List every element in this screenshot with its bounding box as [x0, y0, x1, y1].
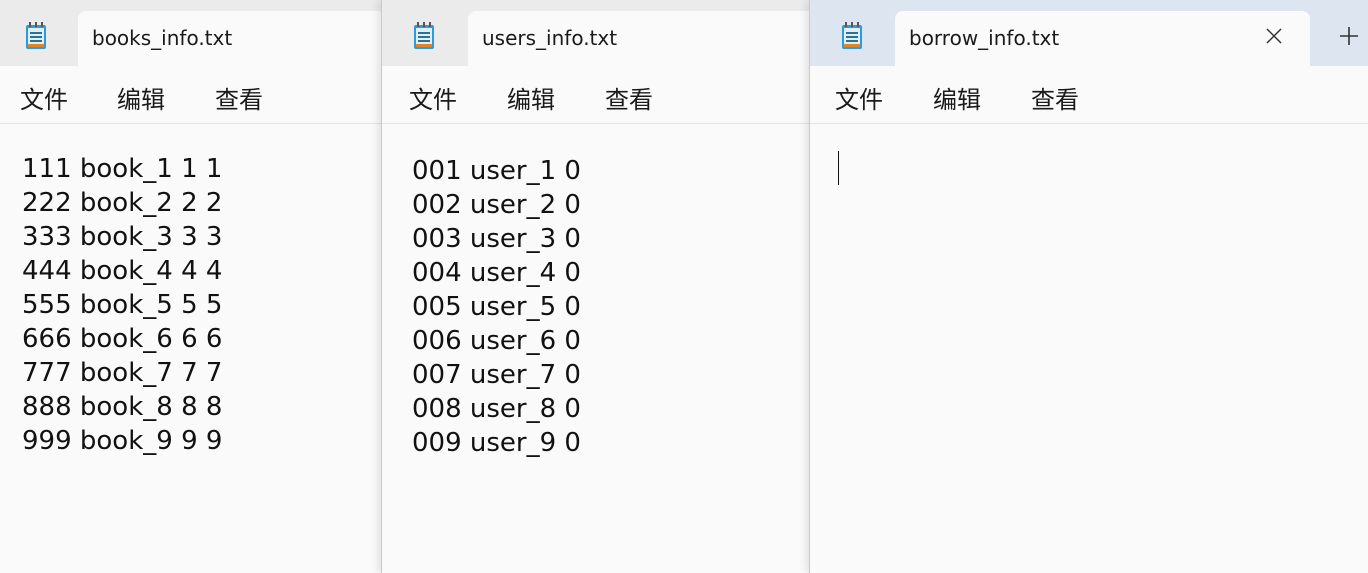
plus-icon[interactable] [1338, 25, 1360, 47]
text-line: 666 book_6 6 6 [22, 324, 223, 354]
notepad-window-borrow: borrow_info.txt 文件 编辑 查看 [809, 0, 1368, 573]
text-content: 001 user_1 0 002 user_2 0 003 user_3 0 004 … [412, 154, 581, 460]
tab-books-info[interactable]: books_info.txt [78, 11, 381, 66]
close-icon[interactable] [1264, 26, 1284, 46]
title-bar: borrow_info.txt [810, 0, 1368, 66]
text-editor[interactable]: 001 user_1 0 002 user_2 0 003 user_3 0 004 … [382, 124, 810, 573]
title-bar: books_info.txt [0, 0, 381, 66]
menu-bar: 文件 编辑 查看 [382, 66, 810, 124]
text-line: 006 user_6 0 [412, 326, 581, 356]
menu-file[interactable]: 文件 [835, 80, 883, 115]
tab-title: users_info.txt [482, 26, 618, 50]
menu-view[interactable]: 查看 [605, 80, 653, 115]
menu-edit[interactable]: 编辑 [117, 80, 165, 115]
notepad-icon [26, 22, 46, 49]
tab-borrow-info[interactable]: borrow_info.txt [895, 11, 1310, 66]
text-line: 777 book_7 7 7 [22, 358, 223, 388]
text-line: 333 book_3 3 3 [22, 222, 223, 252]
notepad-icon [414, 22, 434, 49]
text-line: 009 user_9 0 [412, 428, 581, 458]
text-line: 003 user_3 0 [412, 224, 581, 254]
menu-file[interactable]: 文件 [20, 80, 68, 115]
menu-bar: 文件 编辑 查看 [810, 66, 1368, 124]
tab-title: books_info.txt [92, 26, 233, 50]
text-line: 002 user_2 0 [412, 190, 581, 220]
text-line: 004 user_4 0 [412, 258, 581, 288]
text-line: 444 book_4 4 4 [22, 256, 223, 286]
text-content: 111 book_1 1 1 222 book_2 2 2 333 book_3 3… [22, 152, 222, 458]
menu-edit[interactable]: 编辑 [933, 80, 981, 115]
text-line: 111 book_1 1 1 [22, 154, 223, 184]
text-line: 008 user_8 0 [412, 394, 581, 424]
menu-file[interactable]: 文件 [409, 80, 457, 115]
menu-view[interactable]: 查看 [1031, 80, 1079, 115]
notepad-window-users: users_info.txt 文件 编辑 查看 001 user_1 0 002 … [381, 0, 810, 573]
text-line: 005 user_5 0 [412, 292, 581, 322]
text-editor[interactable]: 111 book_1 1 1 222 book_2 2 2 333 book_3 3… [0, 124, 381, 573]
title-bar: users_info.txt [382, 0, 810, 66]
tab-users-info[interactable]: users_info.txt [468, 11, 810, 66]
notepad-icon [842, 22, 862, 49]
text-line: 222 book_2 2 2 [22, 188, 223, 218]
menu-bar: 文件 编辑 查看 [0, 66, 381, 124]
menu-edit[interactable]: 编辑 [507, 80, 555, 115]
menu-view[interactable]: 查看 [215, 80, 263, 115]
text-line: 001 user_1 0 [412, 156, 581, 186]
text-editor[interactable] [810, 124, 1368, 573]
text-line: 888 book_8 8 8 [22, 392, 223, 422]
text-caret [838, 151, 839, 185]
text-line: 007 user_7 0 [412, 360, 581, 390]
text-line: 555 book_5 5 5 [22, 290, 223, 320]
notepad-window-books: books_info.txt 文件 编辑 查看 111 book_1 1 1 22… [0, 0, 381, 573]
text-line: 999 book_9 9 9 [22, 426, 223, 456]
tab-title: borrow_info.txt [909, 26, 1060, 50]
